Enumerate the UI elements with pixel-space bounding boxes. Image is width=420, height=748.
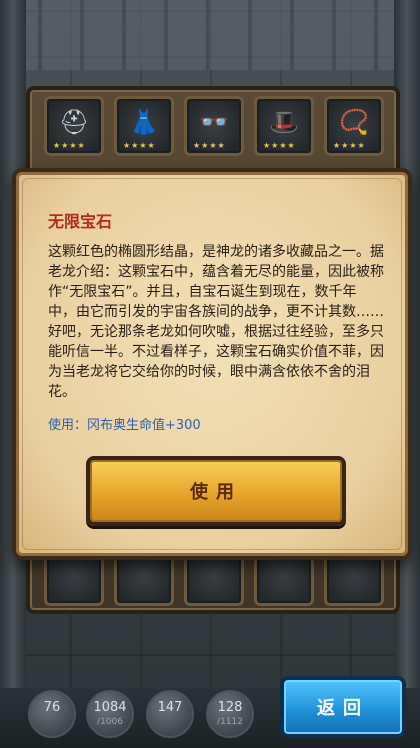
stat-orb: 128 /1112 [206, 690, 254, 738]
stat-orb: 147 [146, 690, 194, 738]
item-description: 这颗红色的椭圆形结晶，是神龙的诸多收藏品之一。据老龙介绍：这颗宝石中，蕴含着无尽… [48, 244, 384, 400]
stat-sub: /1006 [97, 717, 123, 727]
inventory-slot-helmet[interactable]: ⛑ ★★★★ [44, 96, 104, 156]
glasses-icon: 👓 [199, 108, 229, 136]
stat-value: 1084 [93, 700, 127, 715]
slot-stars: ★★★★ [333, 141, 366, 150]
inventory-slot-necklace[interactable]: 📿 ★★★★ [324, 96, 384, 156]
slot-stars: ★★★★ [193, 141, 226, 150]
necklace-icon: 📿 [339, 108, 369, 136]
hat-icon: 🎩 [269, 108, 299, 136]
slot-stars: ★★★★ [123, 141, 156, 150]
use-button[interactable]: 使用 [86, 456, 346, 526]
inventory-slot-dress[interactable]: 👗 ★★★★ [114, 96, 174, 156]
stat-value: 128 [217, 700, 243, 715]
inventory-slot-hat[interactable]: 🎩 ★★★★ [254, 96, 314, 156]
stat-value: 76 [43, 700, 61, 715]
helmet-icon: ⛑ [59, 108, 90, 136]
dress-icon: 👗 [129, 108, 159, 136]
stat-sub: /1112 [217, 717, 243, 727]
inventory-slot-glasses[interactable]: 👓 ★★★★ [184, 96, 244, 156]
slot-stars: ★★★★ [53, 141, 86, 150]
stat-orb: 76 [28, 690, 76, 738]
item-detail-dialog: 无限宝石 这颗红色的椭圆形结晶，是神龙的诸多收藏品之一。据老龙介绍：这颗宝石中，… [12, 168, 412, 560]
item-title: 无限宝石 [48, 212, 113, 231]
stat-value: 147 [157, 700, 183, 715]
slot-stars: ★★★★ [263, 141, 296, 150]
back-button[interactable]: 返回 [280, 676, 406, 738]
stat-orb: 1084 /1006 [86, 690, 134, 738]
item-use-effect: 使用：冈布奥生命值+300 [48, 418, 201, 433]
